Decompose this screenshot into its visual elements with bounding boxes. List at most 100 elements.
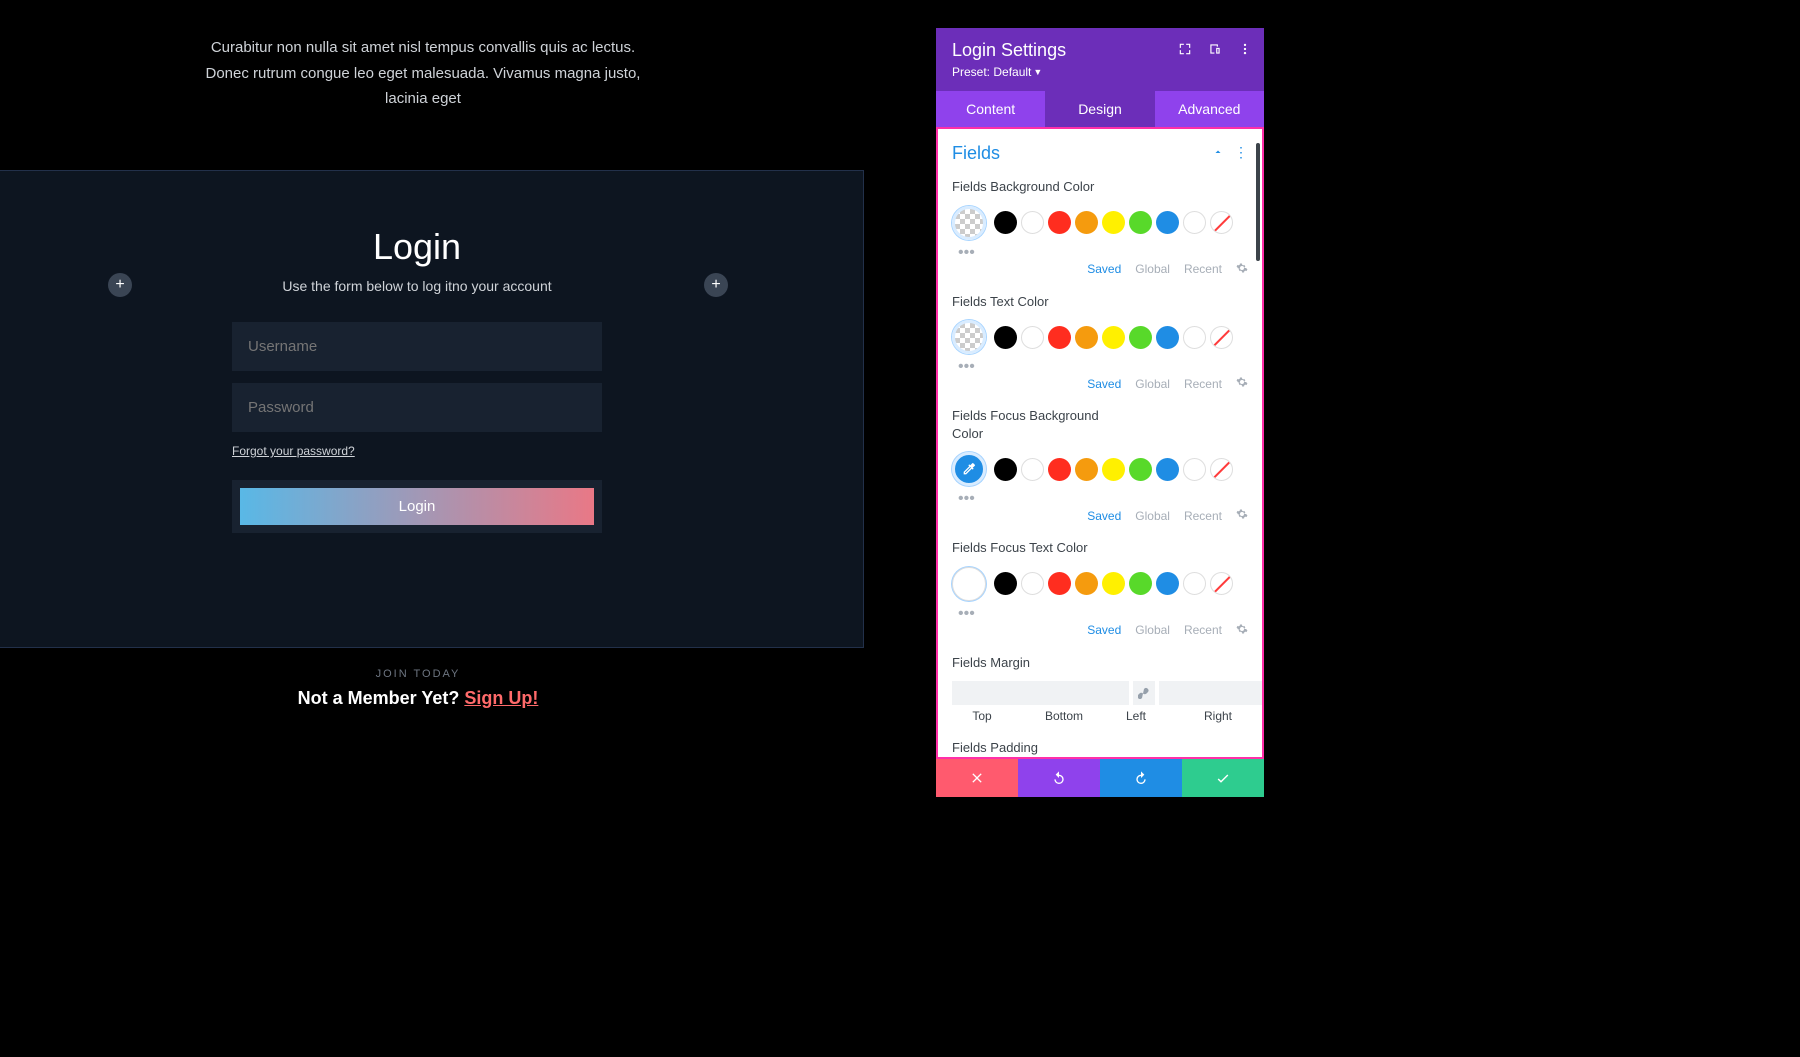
password-input[interactable] — [232, 383, 602, 432]
recent-tab-fbg[interactable]: Recent — [1184, 509, 1222, 523]
swatch-current-text[interactable] — [952, 320, 986, 354]
swatch-yellow[interactable] — [1102, 458, 1125, 481]
swatch-red[interactable] — [1048, 326, 1071, 349]
margin-top-input[interactable] — [952, 681, 1129, 705]
swatch-white[interactable] — [1021, 572, 1044, 595]
swatch-white[interactable] — [1021, 211, 1044, 234]
swatch-orange[interactable] — [1075, 572, 1098, 595]
swatch-orange[interactable] — [1075, 458, 1098, 481]
label-fields-margin: Fields Margin — [952, 654, 1248, 672]
label-left: Left — [1106, 709, 1166, 723]
swatch-empty[interactable] — [1183, 326, 1206, 349]
chevron-up-icon[interactable] — [1212, 145, 1224, 163]
undo-button[interactable] — [1018, 759, 1100, 797]
swatch-empty[interactable] — [1183, 572, 1206, 595]
swatch-green[interactable] — [1129, 572, 1152, 595]
swatch-none[interactable] — [1210, 572, 1233, 595]
swatch-yellow[interactable] — [1102, 572, 1125, 595]
swatch-blue[interactable] — [1156, 211, 1179, 234]
swatch-yellow[interactable] — [1102, 326, 1125, 349]
gear-icon[interactable] — [1236, 262, 1248, 277]
swatch-orange[interactable] — [1075, 211, 1098, 234]
eyedropper-icon[interactable] — [952, 452, 986, 486]
save-button[interactable] — [1182, 759, 1264, 797]
forgot-password-link[interactable]: Forgot your password? — [232, 444, 602, 458]
swatch-yellow[interactable] — [1102, 211, 1125, 234]
swatch-none[interactable] — [1210, 458, 1233, 481]
swatch-none[interactable] — [1210, 211, 1233, 234]
preset-dropdown[interactable]: Preset: Default▼ — [952, 61, 1248, 81]
login-card: Login Use the form below to log itno you… — [232, 226, 602, 533]
swatch-green[interactable] — [1129, 458, 1152, 481]
label-bottom: Bottom — [1034, 709, 1094, 723]
global-tab-text[interactable]: Global — [1135, 377, 1170, 391]
gear-icon[interactable] — [1236, 623, 1248, 638]
swatch-current-bg[interactable] — [952, 206, 986, 240]
more-swatches-focus-bg[interactable]: ••• — [958, 490, 1248, 508]
swatch-empty[interactable] — [1183, 211, 1206, 234]
swatches-bg — [952, 206, 1248, 240]
recent-tab-bg[interactable]: Recent — [1184, 262, 1222, 276]
recent-tab-text[interactable]: Recent — [1184, 377, 1222, 391]
swatch-white[interactable] — [1021, 326, 1044, 349]
expand-icon[interactable] — [1178, 42, 1192, 61]
swatch-black[interactable] — [994, 572, 1017, 595]
swatch-blue[interactable] — [1156, 572, 1179, 595]
swatch-black[interactable] — [994, 326, 1017, 349]
responsive-icon[interactable] — [1208, 42, 1222, 61]
swatch-white[interactable] — [1021, 458, 1044, 481]
panel-header[interactable]: Login Settings Preset: Default▼ — [936, 28, 1264, 91]
saved-tab-ft[interactable]: Saved — [1087, 623, 1121, 637]
tab-design[interactable]: Design — [1045, 91, 1154, 127]
swatch-green[interactable] — [1129, 326, 1152, 349]
scrollbar[interactable] — [1256, 143, 1260, 261]
swatch-none[interactable] — [1210, 326, 1233, 349]
swatch-blue[interactable] — [1156, 326, 1179, 349]
saved-tab-bg[interactable]: Saved — [1087, 262, 1121, 276]
redo-button[interactable] — [1100, 759, 1182, 797]
saved-tab-fbg[interactable]: Saved — [1087, 509, 1121, 523]
signup-link[interactable]: Sign Up! — [464, 688, 538, 708]
login-title: Login — [232, 226, 602, 268]
gear-icon[interactable] — [1236, 376, 1248, 391]
section-kebab-icon[interactable]: ⋮ — [1234, 145, 1248, 163]
global-tab-fbg[interactable]: Global — [1135, 509, 1170, 523]
cancel-button[interactable] — [936, 759, 1018, 797]
intro-text: Curabitur non nulla sit amet nisl tempus… — [188, 35, 658, 112]
label-fields-focus-bg: Fields Focus Background Color — [952, 407, 1102, 442]
swatch-green[interactable] — [1129, 211, 1152, 234]
swatch-red[interactable] — [1048, 572, 1071, 595]
add-module-right[interactable]: + — [704, 273, 728, 297]
label-fields-bg: Fields Background Color — [952, 178, 1248, 196]
saved-tab-text[interactable]: Saved — [1087, 377, 1121, 391]
margin-bottom-input[interactable] — [1159, 681, 1264, 705]
section-title-fields[interactable]: Fields — [952, 143, 1000, 164]
recent-tab-ft[interactable]: Recent — [1184, 623, 1222, 637]
tab-content[interactable]: Content — [936, 91, 1045, 127]
label-fields-text: Fields Text Color — [952, 293, 1248, 311]
global-tab-ft[interactable]: Global — [1135, 623, 1170, 637]
login-button[interactable]: Login — [240, 488, 594, 525]
more-swatches-focus-text[interactable]: ••• — [958, 605, 1248, 623]
swatch-red[interactable] — [1048, 211, 1071, 234]
swatch-black[interactable] — [994, 211, 1017, 234]
member-text: Not a Member Yet? — [298, 688, 465, 708]
add-module-left[interactable]: + — [108, 273, 132, 297]
login-button-wrap: Login — [232, 480, 602, 533]
gear-icon[interactable] — [1236, 508, 1248, 523]
tab-advanced[interactable]: Advanced — [1155, 91, 1264, 127]
swatch-blue[interactable] — [1156, 458, 1179, 481]
swatch-black[interactable] — [994, 458, 1017, 481]
link-icon[interactable] — [1133, 681, 1155, 705]
more-swatches-text[interactable]: ••• — [958, 358, 1248, 376]
global-tab-bg[interactable]: Global — [1135, 262, 1170, 276]
swatch-orange[interactable] — [1075, 326, 1098, 349]
more-swatches-bg[interactable]: ••• — [958, 244, 1248, 262]
swatch-current-focus-text[interactable] — [952, 567, 986, 601]
username-input[interactable] — [232, 322, 602, 371]
swatch-red[interactable] — [1048, 458, 1071, 481]
kebab-icon[interactable] — [1238, 42, 1252, 61]
panel-footer — [936, 759, 1264, 797]
swatch-empty[interactable] — [1183, 458, 1206, 481]
join-today-label: Join Today — [0, 668, 836, 680]
